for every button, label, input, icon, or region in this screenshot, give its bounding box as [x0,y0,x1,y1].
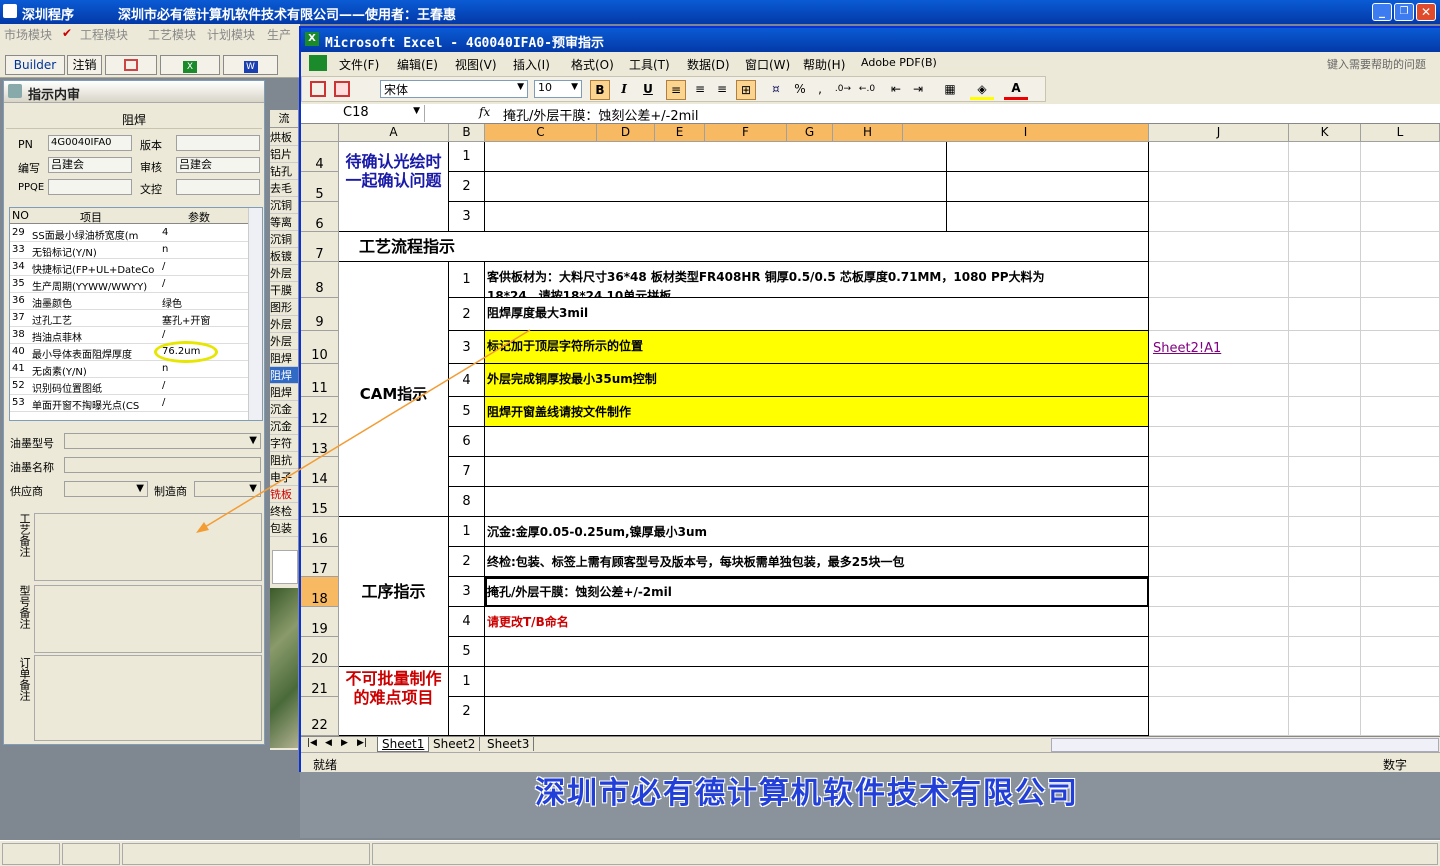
annotation-arrow [196,329,531,533]
